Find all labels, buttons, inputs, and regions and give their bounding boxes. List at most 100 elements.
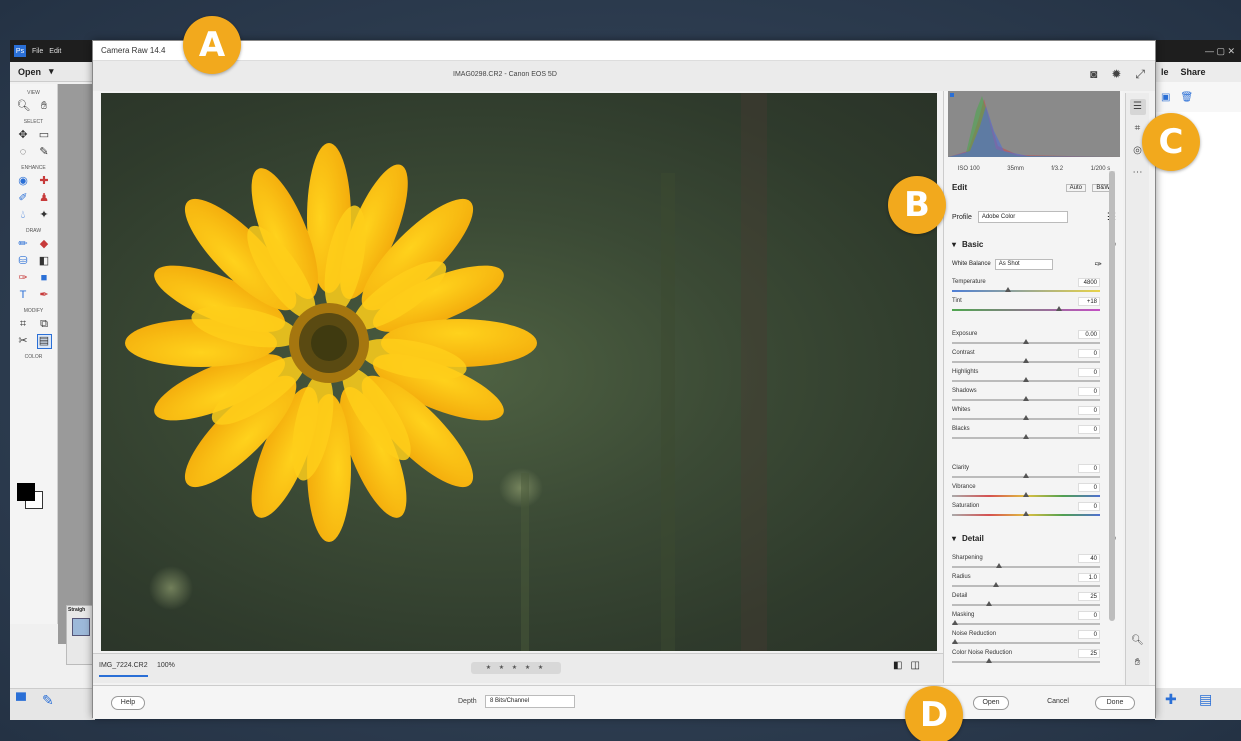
straighten-tool-icon[interactable]: ▤: [36, 334, 52, 349]
slider-exposure[interactable]: Exposure 0.00: [952, 330, 1100, 349]
slider-thumb[interactable]: [1023, 492, 1029, 497]
menu-file[interactable]: File: [32, 48, 43, 55]
slider-track[interactable]: [952, 566, 1100, 568]
brush-tool-icon[interactable]: ✏︎: [17, 238, 30, 251]
photo-bin-icon[interactable]: ▀: [16, 693, 32, 707]
sponge-tool-icon[interactable]: ✦: [38, 209, 51, 222]
slider-highlights[interactable]: Highlights 0: [952, 368, 1100, 387]
slider-value-field[interactable]: 1.0: [1078, 573, 1100, 582]
slider-value-field[interactable]: 0.00: [1078, 330, 1100, 339]
slider-tint[interactable]: Tint +18: [952, 297, 1100, 316]
slider-clarity[interactable]: Clarity 0: [952, 464, 1100, 483]
slider-thumb[interactable]: [1023, 377, 1029, 382]
white-balance-select[interactable]: As Shot: [994, 258, 1053, 270]
spot-healing-tool-icon[interactable]: ✚: [38, 175, 51, 188]
crop-tool-icon[interactable]: ⌗: [17, 318, 30, 331]
menu-create[interactable]: le: [1161, 67, 1169, 77]
slider-track[interactable]: [952, 623, 1100, 625]
zoom-icon[interactable]: 🔍︎: [1130, 633, 1146, 649]
image-preview[interactable]: [101, 93, 937, 651]
slider-thumb[interactable]: [996, 563, 1003, 568]
red-eye-tool-icon[interactable]: ◉: [17, 175, 30, 188]
paint-bucket-tool-icon[interactable]: ⛁: [17, 255, 30, 268]
eraser-tool-icon[interactable]: ◆: [38, 238, 51, 251]
slider-thumb[interactable]: [1023, 511, 1029, 516]
layers-icon[interactable]: ▣: [1161, 92, 1170, 103]
slider-value-field[interactable]: 0: [1078, 406, 1100, 415]
before-after-icon[interactable]: ◧: [893, 660, 902, 671]
slider-track[interactable]: [952, 290, 1100, 292]
detail-section-header[interactable]: ▾ Detail ◉: [952, 531, 1116, 545]
slider-thumb[interactable]: [1023, 339, 1029, 344]
slider-track[interactable]: [952, 661, 1100, 663]
slider-track[interactable]: [952, 604, 1100, 606]
slider-value-field[interactable]: 0: [1078, 387, 1100, 396]
open-menu[interactable]: Open ▾: [10, 62, 95, 82]
slider-whites[interactable]: Whites 0: [952, 406, 1100, 425]
slider-thumb[interactable]: [1055, 306, 1062, 311]
slider-contrast[interactable]: Contrast 0: [952, 349, 1100, 368]
hand-icon[interactable]: ✋︎: [1130, 655, 1146, 671]
slider-shadows[interactable]: Shadows 0: [952, 387, 1100, 406]
slider-track[interactable]: [952, 585, 1100, 587]
slider-value-field[interactable]: 25: [1078, 649, 1100, 658]
cancel-button[interactable]: Cancel: [1043, 696, 1073, 710]
slider-thumb[interactable]: [951, 620, 958, 625]
slider-value-field[interactable]: 0: [1078, 349, 1100, 358]
type-tool-icon[interactable]: T: [17, 289, 30, 302]
slider-value-field[interactable]: 0: [1078, 611, 1100, 620]
blur-tool-icon[interactable]: 💧︎: [17, 209, 30, 222]
menu-edit[interactable]: Edit: [49, 48, 61, 55]
slider-noise-reduction[interactable]: Noise Reduction 0: [951, 630, 1100, 649]
basic-section-header[interactable]: ▾ Basic ◉: [952, 237, 1116, 251]
slider-value-field[interactable]: 40: [1078, 554, 1100, 563]
slider-detail[interactable]: Detail 25: [952, 592, 1100, 611]
move-tool-icon[interactable]: ✥: [17, 129, 30, 142]
slider-blacks[interactable]: Blacks 0: [952, 425, 1100, 444]
slider-sharpening[interactable]: Sharpening 40: [952, 554, 1100, 573]
gear-icon[interactable]: ✹: [1111, 67, 1121, 82]
slider-value-field[interactable]: 25: [1078, 592, 1100, 601]
slider-value-field[interactable]: 0: [1078, 425, 1100, 434]
filename-tab[interactable]: IMG_7224.CR2: [99, 662, 148, 677]
camera-icon[interactable]: ◙: [1090, 67, 1097, 82]
slider-thumb[interactable]: [986, 601, 992, 606]
window-controls[interactable]: — ▢ ✕: [1155, 40, 1241, 62]
zoom-tool-icon[interactable]: 🔍︎: [17, 100, 31, 113]
slider-value-field[interactable]: 0: [1078, 630, 1100, 639]
eyedropper-icon[interactable]: ✑: [1094, 259, 1102, 270]
shape-tool-icon[interactable]: ■: [38, 272, 51, 285]
slider-value-field[interactable]: 0: [1078, 502, 1100, 511]
quick-select-tool-icon[interactable]: ✎: [38, 146, 51, 159]
slider-track[interactable]: [952, 309, 1100, 311]
slider-thumb[interactable]: [951, 639, 958, 644]
clone-stamp-tool-icon[interactable]: ♟: [38, 192, 51, 205]
done-button[interactable]: Done: [1095, 696, 1135, 710]
slider-vibrance[interactable]: Vibrance 0: [952, 483, 1100, 502]
fullscreen-icon[interactable]: ⤢: [1135, 67, 1145, 82]
straighten-option-icon[interactable]: [72, 618, 90, 636]
panel-scrollbar[interactable]: [1109, 171, 1115, 621]
help-button[interactable]: Help: [111, 696, 145, 710]
edit-sliders-icon[interactable]: ☰: [1129, 99, 1146, 115]
slider-thumb[interactable]: [1023, 473, 1029, 478]
star-rating[interactable]: ★ ★ ★ ★ ★: [471, 662, 561, 674]
tool-options-icon[interactable]: ✎: [42, 693, 58, 707]
content-aware-move-tool-icon[interactable]: ✂︎: [17, 335, 30, 348]
slider-track[interactable]: [952, 642, 1100, 644]
slider-value-field[interactable]: +18: [1078, 297, 1100, 306]
foreground-color-swatch[interactable]: [17, 483, 35, 501]
pencil-tool-icon[interactable]: ✒︎: [38, 289, 51, 302]
slider-thumb[interactable]: [1023, 396, 1029, 401]
gradient-tool-icon[interactable]: ◧: [38, 255, 51, 268]
slider-saturation[interactable]: Saturation 0: [952, 502, 1100, 521]
slider-masking[interactable]: Masking 0: [951, 611, 1100, 630]
slider-value-field[interactable]: 0: [1078, 483, 1100, 492]
slider-radius[interactable]: Radius 1.0: [952, 573, 1100, 592]
slider-value-field[interactable]: 4800: [1078, 278, 1100, 287]
recompose-tool-icon[interactable]: ⧉: [38, 318, 51, 331]
slider-temperature[interactable]: Temperature 4800: [952, 278, 1100, 297]
more-options-icon[interactable]: ⋯: [1130, 165, 1146, 181]
toggle-view-icon[interactable]: ◫: [910, 660, 919, 671]
marquee-tool-icon[interactable]: ▭: [38, 129, 51, 142]
